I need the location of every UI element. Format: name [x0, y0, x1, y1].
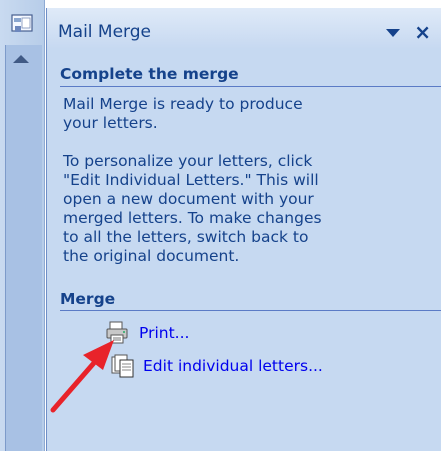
close-icon[interactable]: × — [414, 20, 431, 44]
printer-icon — [106, 321, 128, 344]
personalize-paragraph: To personalize your letters, click "Edit… — [63, 152, 393, 266]
edit-letters-icon — [111, 354, 134, 378]
ready-paragraph: Mail Merge is ready to produce your lett… — [63, 95, 393, 133]
text-line: your letters. — [63, 114, 158, 132]
text-line: "Edit Individual Letters." This will — [63, 171, 319, 189]
edit-letters-link[interactable]: Edit individual letters... — [111, 353, 323, 379]
pane-header: Mail Merge × — [47, 8, 441, 48]
scroll-rail[interactable] — [5, 45, 42, 451]
section-divider — [60, 86, 441, 87]
text-line: merged letters. To make changes — [63, 209, 322, 227]
text-line: To personalize your letters, click — [63, 152, 313, 170]
document-left-strip — [0, 0, 45, 451]
pane-toggle-icon[interactable] — [11, 14, 35, 36]
text-line: to all the letters, switch back to — [63, 228, 309, 246]
edit-letters-label[interactable]: Edit individual letters... — [143, 357, 323, 375]
merge-heading: Merge — [60, 290, 116, 308]
scroll-up-icon[interactable] — [13, 55, 29, 63]
text-line: open a new document with your — [63, 190, 314, 208]
print-link[interactable]: Print... — [105, 321, 189, 345]
text-line: the original document. — [63, 247, 240, 265]
section-divider — [60, 310, 441, 311]
chevron-down-icon[interactable] — [386, 29, 400, 37]
pane-title: Mail Merge — [58, 22, 152, 42]
text-line: Mail Merge is ready to produce — [63, 95, 303, 113]
mail-merge-task-pane: Mail Merge × Complete the merge Mail Mer… — [46, 8, 441, 451]
complete-merge-heading: Complete the merge — [60, 65, 239, 83]
print-label[interactable]: Print... — [139, 324, 189, 342]
